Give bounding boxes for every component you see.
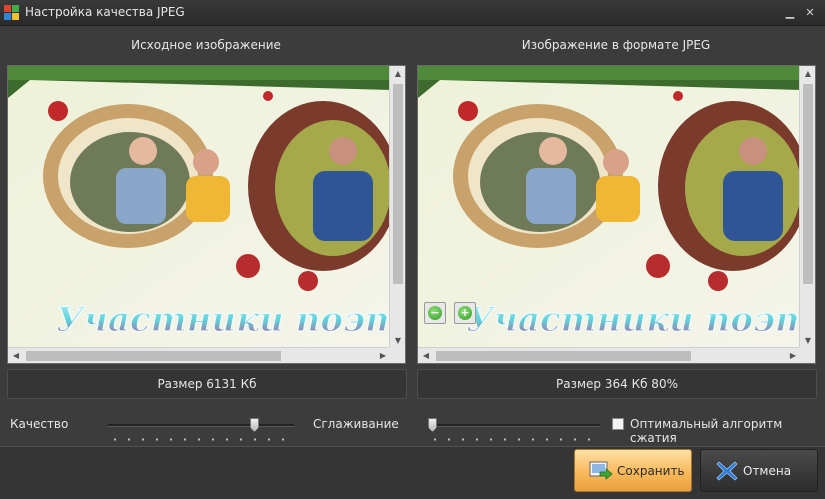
- smoothing-slider[interactable]: [428, 418, 600, 444]
- zoom-out-button[interactable]: −: [424, 302, 446, 324]
- title-bar: Настройка качества JPEG ▁ ✕: [0, 0, 825, 26]
- scroll-corner: [799, 347, 815, 363]
- original-photo: Участники поэтического: [8, 66, 391, 349]
- close-icon[interactable]: ✕: [803, 6, 817, 19]
- original-image-caption: Исходное изображение: [131, 38, 281, 52]
- optimal-compression-label[interactable]: Оптимальный алгоритм сжатия: [630, 417, 825, 445]
- cancel-icon: [716, 461, 738, 481]
- quality-slider-ticks: [108, 438, 294, 441]
- scroll-thumb[interactable]: [436, 351, 691, 361]
- quality-label: Качество: [10, 417, 69, 431]
- scroll-thumb[interactable]: [803, 84, 813, 284]
- scroll-thumb[interactable]: [393, 84, 403, 284]
- minimize-button[interactable]: ▁: [783, 6, 797, 19]
- scroll-up-icon[interactable]: ▲: [390, 66, 405, 82]
- save-icon: [589, 461, 613, 480]
- quality-slider-thumb[interactable]: [250, 418, 259, 432]
- scroll-thumb[interactable]: [26, 351, 281, 361]
- horizontal-scrollbar[interactable]: ◀ ▶: [8, 347, 391, 363]
- original-preview[interactable]: Участники поэтического ▲ ▼ ◀ ▶: [7, 65, 406, 364]
- zoom-out-icon: −: [428, 306, 442, 320]
- vertical-scrollbar[interactable]: ▲ ▼: [799, 66, 815, 349]
- save-button[interactable]: Сохранить: [574, 449, 692, 492]
- cancel-label: Отмена: [743, 464, 792, 478]
- scroll-corner: [389, 347, 405, 363]
- smoothing-slider-ticks: [428, 438, 600, 441]
- quality-slider-track[interactable]: [108, 424, 294, 427]
- zoom-in-icon: +: [458, 306, 472, 320]
- overlay-caption: Участники поэтического: [466, 300, 801, 340]
- window-title: Настройка качества JPEG: [25, 5, 185, 19]
- jpeg-size-label: Размер 364 Кб 80%: [417, 369, 817, 399]
- cancel-button[interactable]: Отмена: [700, 449, 818, 492]
- zoom-in-button[interactable]: +: [454, 302, 476, 324]
- quality-slider[interactable]: [108, 418, 294, 444]
- smoothing-label: Сглаживание: [313, 417, 399, 431]
- scroll-left-icon[interactable]: ◀: [8, 348, 24, 363]
- jpeg-preview[interactable]: Участники поэтического ▲ ▼ ◀ ▶: [417, 65, 816, 364]
- save-label: Сохранить: [617, 464, 685, 478]
- smoothing-slider-thumb[interactable]: [428, 418, 437, 432]
- jpeg-image-caption: Изображение в формате JPEG: [521, 38, 711, 52]
- optimal-compression-checkbox[interactable]: [612, 418, 624, 430]
- original-size-label: Размер 6131 Кб: [7, 369, 407, 399]
- overlay-caption: Участники поэтического: [56, 300, 391, 340]
- smoothing-slider-track[interactable]: [428, 424, 600, 427]
- scroll-up-icon[interactable]: ▲: [800, 66, 815, 82]
- horizontal-scrollbar[interactable]: ◀ ▶: [418, 347, 801, 363]
- scroll-left-icon[interactable]: ◀: [418, 348, 434, 363]
- vertical-scrollbar[interactable]: ▲ ▼: [389, 66, 405, 349]
- app-icon: [4, 5, 19, 20]
